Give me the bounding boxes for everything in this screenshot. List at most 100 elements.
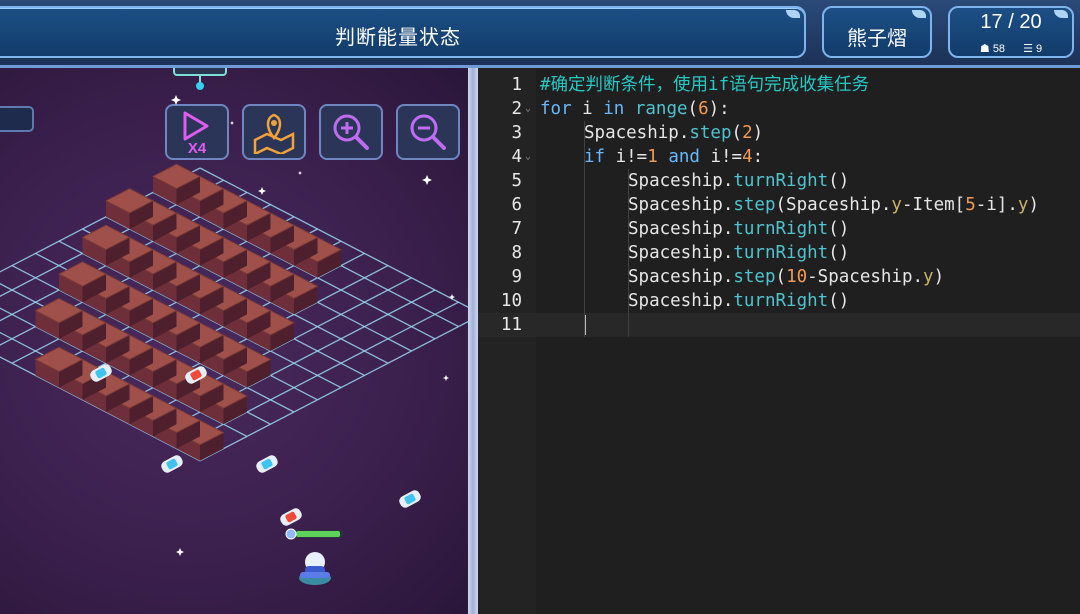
code-line[interactable]: 6 Spaceship.step(Spaceship.y-Item[5-i].y) (478, 193, 1080, 217)
code-token: and (668, 147, 700, 167)
line-number: 8 (511, 243, 522, 263)
energy-items (90, 364, 421, 526)
code-token: i!= (699, 147, 743, 167)
stats-row: ☗ 58 ☰ 9 (950, 42, 1072, 55)
code-text: Spaceship.turnRight() (628, 169, 849, 193)
code-token: step (733, 195, 776, 215)
panel-divider[interactable] (468, 68, 478, 614)
code-token: step (733, 267, 776, 287)
code-token: i (571, 99, 604, 119)
code-line[interactable]: 8 Spaceship.turnRight() (478, 241, 1080, 265)
stat-b: ☰ 9 (1023, 42, 1042, 55)
code-token: 2 (742, 123, 753, 143)
code-token: 5 (965, 195, 976, 215)
stat-a: ☗ 58 (980, 42, 1005, 55)
level-title: 判断能量状态 (335, 27, 461, 49)
player-name: 熊子熠 (847, 28, 907, 50)
star-icon (176, 548, 184, 556)
line-number: 9 (511, 267, 522, 287)
code-token: : (752, 147, 764, 167)
grid-line (199, 320, 468, 462)
code-token: Spaceship. (628, 171, 734, 191)
code-editor[interactable]: 1 #确定判断条件，使用if语句完成收集任务 2 ⌄ for i in range(6)… (478, 68, 1080, 614)
code-token: in (603, 99, 625, 119)
energy-pod-icon (161, 455, 183, 473)
top-bar: 判断能量状态 熊子熠 17 / 20 ☗ 58 ☰ 9 (0, 0, 1080, 68)
line-number: 6 (511, 195, 522, 215)
line-number: 5 (511, 171, 522, 191)
code-token: Spaceship. (628, 291, 734, 311)
code-line[interactable]: 4 ⌄ if i!=1 and i!=4: (478, 145, 1080, 169)
line-number: 10 (500, 291, 522, 311)
code-line[interactable]: 10 Spaceship.turnRight() (478, 289, 1080, 313)
fold-chevron-icon[interactable]: ⌄ (525, 97, 531, 121)
code-token: -Item[ (901, 195, 966, 215)
code-token: Spaceship. (628, 243, 734, 263)
star-icon (443, 375, 449, 381)
wall-blocks (34, 163, 343, 461)
level-progress: 17 / 20 (980, 11, 1042, 33)
code-token: Spaceship. (628, 195, 734, 215)
energy-pod-icon (256, 455, 278, 473)
code-text: Spaceship.step(2) (584, 121, 763, 145)
fold-chevron-icon[interactable]: ⌄ (525, 145, 531, 169)
code-text: Spaceship.turnRight() (628, 217, 849, 241)
star-icon (422, 175, 432, 185)
star-icon (298, 171, 302, 175)
game-viewport[interactable]: X4 (0, 68, 468, 614)
code-line[interactable]: 3 Spaceship.step(2) (478, 121, 1080, 145)
grid-line (199, 167, 468, 308)
ship-health-bar (296, 531, 340, 537)
code-token: 6 (698, 99, 709, 119)
code-token: () (828, 291, 850, 311)
code-token: turnRight (733, 171, 829, 191)
panel-glint (912, 10, 926, 18)
code-token: ): (708, 99, 730, 119)
code-token: -Spaceship. (807, 267, 924, 287)
code-token: () (828, 219, 850, 239)
code-token: if (584, 147, 606, 167)
code-token: y (891, 195, 902, 215)
code-token: #确定判断条件，使用if语句完成收集任务 (540, 75, 870, 95)
indent-guide (628, 169, 629, 337)
code-token: () (828, 171, 850, 191)
code-token: range (634, 99, 688, 119)
code-text: Spaceship.turnRight() (628, 289, 849, 313)
star-icon (171, 95, 181, 105)
line-number: 1 (511, 75, 522, 95)
code-token: ) (1028, 195, 1039, 215)
code-token: Spaceship. (628, 267, 734, 287)
star-icon (258, 187, 266, 195)
code-text: if i!=1 and i!=4: (584, 145, 763, 169)
code-token: ( (731, 123, 743, 143)
code-line[interactable]: 11 (478, 313, 1080, 337)
line-number: 3 (511, 123, 522, 143)
code-line[interactable]: 7 Spaceship.turnRight() (478, 217, 1080, 241)
ship-base (300, 572, 330, 578)
code-line[interactable]: 1 #确定判断条件，使用if语句完成收集任务 (478, 73, 1080, 97)
star-icon (230, 121, 234, 125)
level-title-panel: 判断能量状态 (0, 6, 806, 58)
code-token: 10 (786, 267, 808, 287)
player-name-panel[interactable]: 熊子熠 (822, 6, 932, 58)
line-number: 11 (500, 315, 522, 335)
code-text: #确定判断条件，使用if语句完成收集任务 (540, 73, 869, 97)
code-token: turnRight (733, 243, 829, 263)
code-text: Spaceship.step(Spaceship.y-Item[5-i].y) (628, 193, 1039, 217)
energy-pod-icon (399, 490, 421, 508)
line-number: 7 (511, 219, 522, 239)
code-token: ( (687, 99, 699, 119)
stat-a-value: 58 (992, 43, 1006, 55)
code-line[interactable]: 9 Spaceship.step(10-Spaceship.y) (478, 265, 1080, 289)
code-token: y (1017, 195, 1029, 215)
energy-icon: ☗ (979, 43, 990, 55)
code-token: -i]. (975, 195, 1018, 215)
code-token: ) (933, 267, 945, 287)
level-progress-panel[interactable]: 17 / 20 ☗ 58 ☰ 9 (948, 6, 1074, 58)
code-token: 4 (742, 147, 753, 167)
code-line[interactable]: 5 Spaceship.turnRight() (478, 169, 1080, 193)
text-cursor (585, 315, 586, 335)
code-line[interactable]: 2 ⌄ for i in range(6): (478, 97, 1080, 121)
